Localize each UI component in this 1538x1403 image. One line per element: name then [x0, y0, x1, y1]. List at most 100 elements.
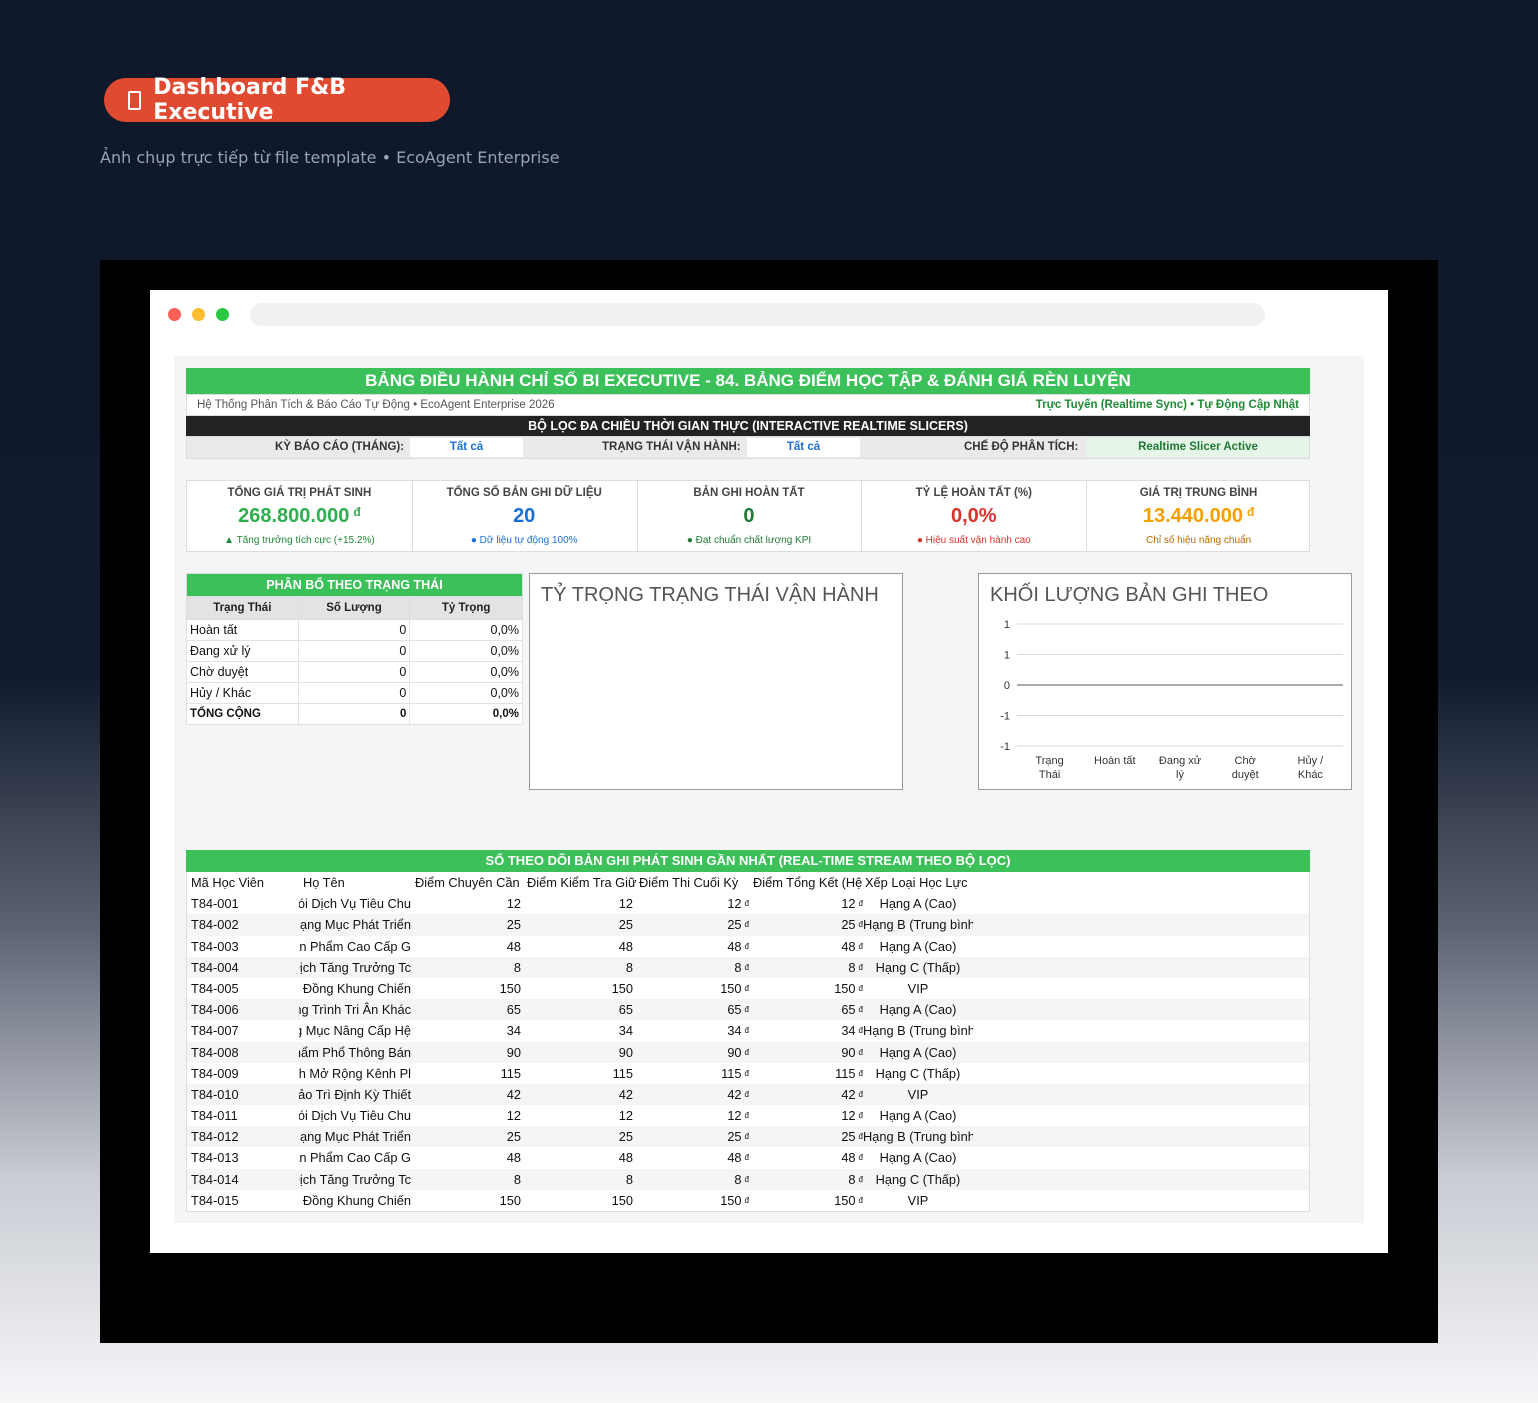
table-cell: T84-001	[191, 896, 239, 912]
table-cell: Sản Phẩm Cao Cấp G	[299, 1150, 411, 1166]
kpi-label: BẢN GHI HOÀN TẤT	[693, 487, 805, 499]
table-row[interactable]: T84-012Hạng Mục Phát Triển (252525đ25đHạ…	[187, 1126, 1309, 1148]
minimize-window-button[interactable]	[192, 308, 205, 321]
table-cell: 48	[618, 938, 633, 954]
table-cell: 25 đ	[841, 1129, 863, 1145]
table-cell: 150 đ	[834, 1192, 863, 1208]
share-cell: 0,0%	[409, 640, 523, 662]
table-cell: 48 đ	[727, 938, 749, 954]
dashboard-badge: Dashboard F&B Executive	[104, 75, 450, 125]
table-cell: 150 đ	[720, 980, 749, 996]
kpi-label: TỔNG SỐ BẢN GHI DỮ LIỆU	[446, 487, 602, 499]
kpi-card-record-count: TỔNG SỐ BẢN GHI DỮ LIỆU 20 ● Dữ liệu tự …	[412, 481, 638, 551]
close-window-button[interactable]	[168, 308, 181, 321]
table-cell: T84-004	[191, 959, 239, 975]
record-volume-bar-chart[interactable]: KHỐI LƯỢNG BẢN GHI THEO 1 1 0 -1 -1 Trạng Thái…	[978, 573, 1352, 790]
column-header[interactable]: Họ Tên	[303, 872, 415, 893]
count-cell: 0	[297, 661, 411, 683]
table-cell: Hợp Đồng Khung Chiến	[299, 1192, 411, 1208]
column-header[interactable]: Xếp Loại Học Lực	[865, 872, 985, 893]
x-tick-label: Hủy /	[1298, 755, 1325, 767]
table-cell: T84-010	[191, 1086, 239, 1102]
table-cell: 12 đ	[727, 1108, 749, 1124]
table-cell: Hạng A (Cao)	[879, 1044, 957, 1060]
table-cell: 150	[611, 1192, 633, 1208]
table-row[interactable]: T84-007Hạng Mục Nâng Cấp Hệ343434đ34đHạn…	[187, 1020, 1309, 1041]
table-cell: T84-009	[191, 1065, 239, 1081]
table-row[interactable]: T84-013 Sản Phẩm Cao Cấp G 48 48 48đ 48đ Hạng …	[187, 1147, 1309, 1168]
status-share-pie-chart[interactable]: TỶ TRỌNG TRẠNG THÁI VẬN HÀNH	[529, 573, 903, 790]
status-cell: Hoàn tất	[186, 619, 299, 641]
column-header[interactable]: Mã Học Viên	[191, 872, 303, 893]
table-cell: 90	[506, 1044, 521, 1060]
table-row[interactable]: T84-008 Ấn Phẩm Phổ Thông Bán 90 90 90đ 90đ Hạ…	[187, 1041, 1309, 1063]
table-row[interactable]: T84-004 Dịch Tăng Trưởng Tc 8 8 8 đ 8 đ Hạng C (…	[187, 956, 1309, 978]
table-cell: 115 đ	[835, 1065, 863, 1081]
table-cell: 12 đ	[841, 1108, 863, 1124]
table-cell: T84-007	[191, 1023, 239, 1039]
column-header[interactable]: Điểm Tổng Kết (Hệ	[753, 872, 865, 893]
filter-row: KỲ BÁO CÁO (THÁNG): Tất cả TRẠNG THÁI VẬ…	[186, 436, 1310, 459]
table-cell: 25	[618, 1129, 633, 1145]
table-cell: 115 đ	[721, 1065, 749, 1081]
table-cell: 8đ	[848, 1171, 863, 1187]
table-row[interactable]: T84-015 Hợp Đồng Khung Chiến 150 150 150đ 150…	[187, 1190, 1309, 1211]
table-cell: 48 đ	[841, 938, 863, 954]
table-row: Đang xử lý 0 0,0%	[186, 640, 523, 662]
table-row[interactable]: T84-011 Gói Dịch Vụ Tiêu Chu 12 12 12 đ 12 đ Hạn…	[187, 1105, 1309, 1126]
mode-filter-select[interactable]: Realtime Slicer Active	[1087, 438, 1309, 457]
maximize-window-button[interactable]	[216, 308, 229, 321]
table-cell: 8	[625, 959, 633, 975]
table-row[interactable]: T84-009 Kênh Mở Rộng Kênh Pl 115 115 115đ 115…	[187, 1063, 1309, 1084]
y-tick-label: 1	[1004, 650, 1010, 662]
table-cell: 12	[618, 896, 633, 912]
document-icon	[128, 90, 142, 110]
table-cell: 90	[618, 1044, 633, 1060]
address-bar[interactable]	[250, 303, 1265, 326]
period-filter-select[interactable]: Tất cả	[410, 438, 523, 457]
table-cell: 12	[618, 1108, 633, 1124]
x-tick-label: Chờ	[1235, 755, 1256, 767]
table-row[interactable]: T84-003 Sản Phẩm Cao Cấp G 48 48 48đ 48đ Hạng …	[187, 936, 1309, 957]
spreadsheet-dashboard: BẢNG ĐIỀU HÀNH CHỈ SỐ BI EXECUTIVE - 84.…	[174, 356, 1364, 1223]
kpi-card-completed: BẢN GHI HOÀN TẤT 0 ● Đạt chuẩn chất lượn…	[637, 481, 863, 551]
table-cell: 12 đ	[727, 896, 749, 912]
column-header[interactable]: Điểm Kiểm Tra Giữ	[527, 872, 639, 893]
table-cell: 42	[618, 1086, 633, 1102]
kpi-label: GIÁ TRỊ TRUNG BÌNH	[1139, 487, 1258, 499]
table-cell: 8	[625, 1171, 633, 1187]
table-cell: T84-008	[191, 1044, 239, 1060]
status-filter-label: TRẠNG THÁI VẬN HÀNH:	[602, 441, 741, 453]
table-row[interactable]: T84-001 Gói Dịch Vụ Tiêu Chu 12 12 12 đ 12 đ Hạn…	[187, 893, 1309, 914]
table-row: Chờ duyệt 0 0,0%	[186, 661, 523, 683]
table-cell: 150	[499, 1192, 521, 1208]
record-feed-title: SỔ THEO DÕI BẢN GHI PHÁT SINH GẦN NHẤT (…	[186, 850, 1310, 872]
kpi-value: 0	[743, 505, 755, 527]
table-cell: ng Trình Tri Ân Khác	[299, 1002, 411, 1018]
table-row[interactable]: T84-005 Hợp Đồng Khung Chiến 150 150 150đ 150…	[187, 978, 1309, 999]
distribution-title: PHÂN BỔ THEO TRẠNG THÁI	[186, 573, 523, 597]
status-filter-select[interactable]: Tất cả	[747, 438, 860, 457]
y-tick-label: 1	[1004, 619, 1010, 631]
sync-status: Trực Tuyến (Realtime Sync) • Tự Động Cập…	[1035, 399, 1299, 411]
table-cell: Hạng A (Cao)	[879, 938, 957, 954]
table-row[interactable]: T84-010 Bảo Trì Định Kỳ Thiết 42 42 42 đ 42 đ VI…	[187, 1083, 1309, 1106]
column-header[interactable]: Điểm Thi Cuối Kỳ	[639, 872, 753, 893]
table-row[interactable]: T84-014 Dịch Tăng Trưởng Tc 8 8 8 đ 8 đ Hạng C (…	[187, 1168, 1309, 1190]
table-cell: 90 đ	[841, 1044, 863, 1060]
x-tick-label: duyệt	[1232, 769, 1259, 781]
table-cell: Gói Dịch Vụ Tiêu Chu	[299, 896, 411, 912]
system-info: Hệ Thống Phân Tích & Báo Cáo Tự Động • E…	[197, 399, 555, 411]
y-tick-label: -1	[1000, 711, 1010, 723]
table-row: Hoàn tất 0 0,0%	[186, 619, 523, 641]
column-header: Tỷ Trọng	[409, 596, 523, 620]
table-cell: Kênh Mở Rộng Kênh Pl	[299, 1065, 411, 1081]
table-cell: Hạng B (Trung bình)	[863, 1023, 973, 1039]
table-cell: 48	[506, 938, 521, 954]
column-header[interactable]: Điểm Chuyên Cần	[415, 872, 527, 893]
table-row[interactable]: T84-006 ng Trình Tri Ân Khác 65 65 65 đ 65 đ Hạn…	[187, 999, 1309, 1021]
table-row[interactable]: T84-002Hạng Mục Phát Triển (252525đ25đHạ…	[187, 914, 1309, 936]
count-cell: 0	[297, 682, 411, 704]
kpi-note: ● Đạt chuẩn chất lượng KPI	[686, 535, 812, 546]
kpi-note: Chỉ số hiệu năng chuẩn	[1146, 535, 1252, 546]
